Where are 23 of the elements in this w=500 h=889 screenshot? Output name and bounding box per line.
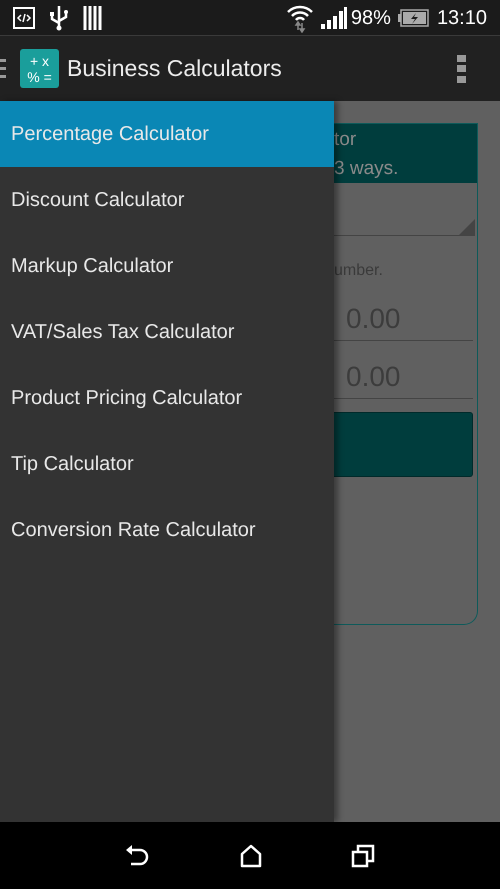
drawer-item[interactable]: Markup Calculator — [0, 233, 334, 299]
code-icon — [13, 6, 35, 28]
battery-charging-icon — [396, 8, 429, 26]
usb-icon — [49, 4, 69, 30]
overflow-menu-icon[interactable] — [457, 54, 466, 84]
dropdown-arrow-icon — [459, 219, 475, 235]
drawer-item[interactable]: Discount Calculator — [0, 167, 334, 233]
card-subtitle: 3 ways. — [334, 156, 400, 180]
app-title: Business Calculators — [67, 54, 282, 84]
drawer-item[interactable]: Product Pricing Calculator — [0, 365, 334, 431]
card-title: tor — [334, 128, 358, 152]
menu-icon[interactable] — [0, 56, 6, 80]
back-icon[interactable] — [124, 844, 151, 868]
signal-icon — [320, 6, 348, 30]
home-icon[interactable] — [240, 844, 262, 868]
barcode-icon — [83, 4, 103, 30]
drawer-item[interactable]: Conversion Rate Calculator — [0, 497, 334, 563]
drawer-item[interactable]: Tip Calculator — [0, 431, 334, 497]
battery-percent: 98% — [350, 6, 391, 30]
clock: 13:10 — [436, 6, 487, 30]
app-logo: + x % = — [20, 49, 59, 88]
drawer-item[interactable]: VAT/Sales Tax Calculator — [0, 299, 334, 365]
recent-apps-icon[interactable] — [351, 844, 376, 868]
